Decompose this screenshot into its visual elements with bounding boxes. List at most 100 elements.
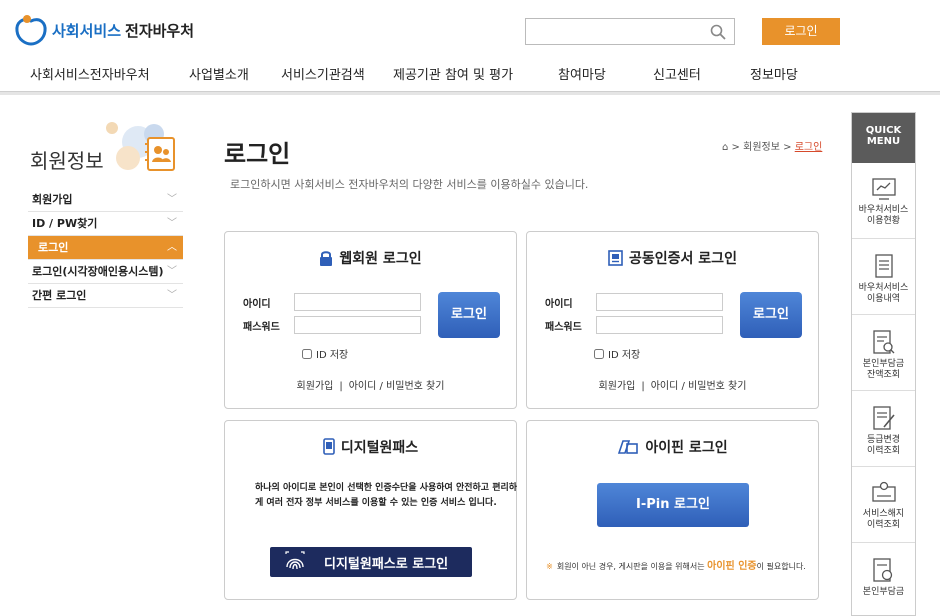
quick-item-cancel-history[interactable]: 서비스해지 이력조회 (852, 467, 915, 543)
quick-item-copay[interactable]: 본인부담금 (852, 543, 915, 616)
gnb-item-report-center[interactable]: 신고센터 (653, 64, 701, 83)
cert-login-title: 공동인증서 로그인 (527, 248, 818, 268)
web-login-title: 웹회원 로그인 (225, 248, 516, 268)
web-login-title-text: 웹회원 로그인 (339, 251, 422, 267)
sidebar-item-label: 로그인(시각장애인용시스템) (32, 265, 164, 278)
gnb-item-info[interactable]: 정보마당 (750, 64, 798, 83)
web-find-id-pw-link[interactable]: 아이디 / 비밀번호 찾기 (349, 381, 445, 392)
ipin-login-button[interactable]: I-Pin 로그인 (597, 483, 749, 527)
cert-id-input[interactable] (596, 293, 723, 311)
quick-item-grade-change[interactable]: 등급변경 이력조회 (852, 391, 915, 467)
web-login-button[interactable]: 로그인 (438, 292, 500, 338)
home-icon[interactable]: ⌂ (722, 142, 728, 153)
ipin-icon (618, 440, 639, 454)
sidebar-menu: 회원가입 ﹀ ID / PW찾기 ﹀ 로그인 ︿ 로그인(시각장애인용시스템) ﹀ 간편… (28, 188, 183, 308)
gnb-item-voucher[interactable]: 사회서비스전자바우처 (30, 64, 150, 83)
sidebar-item-login-accessible[interactable]: 로그인(시각장애인용시스템) ﹀ (28, 260, 183, 284)
web-save-id-check[interactable] (302, 348, 312, 359)
notice-mark: ※ (546, 562, 553, 571)
quick-item-label: 바우처서비스 (858, 283, 909, 293)
quick-item-label: 이용현황 (866, 216, 901, 226)
search-icon[interactable] (710, 24, 726, 40)
breadcrumb-current[interactable]: 로그인 (795, 142, 823, 153)
gnb-item-business[interactable]: 사업별소개 (189, 64, 249, 83)
chevron-down-icon: ﹀ (167, 194, 177, 205)
page-title: 로그인 (224, 140, 291, 168)
sidebar-item-find-id-pw[interactable]: ID / PW찾기 ﹀ (28, 212, 183, 236)
chevron-down-icon: ﹀ (167, 218, 177, 229)
cert-join-link[interactable]: 회원가입 (599, 381, 636, 392)
sidebar-item-signup[interactable]: 회원가입 ﹀ (28, 188, 183, 212)
notice-highlight: 아이핀 인증 (707, 561, 757, 572)
quick-item-label: 바우처서비스 (858, 205, 909, 215)
web-pw-input[interactable] (294, 316, 421, 334)
document-search-icon (872, 330, 894, 354)
search-input[interactable] (526, 19, 701, 44)
breadcrumb-member-info[interactable]: 회원정보 (743, 142, 780, 153)
cert-id-label: 아이디 (545, 299, 573, 310)
chevron-down-icon: ﹀ (167, 290, 177, 301)
header-login-button[interactable]: 로그인 (762, 18, 840, 45)
cert-pw-input[interactable] (596, 316, 723, 334)
quick-item-usage-status[interactable]: 바우처서비스 이용현황 (852, 163, 915, 239)
web-id-input[interactable] (294, 293, 421, 311)
site-logo[interactable]: 사회서비스 전자바우처 (14, 10, 194, 50)
chevron-up-icon: ︿ (167, 242, 177, 253)
digital-onepass-login-button[interactable]: 디지털원패스로 로그인 (270, 547, 472, 577)
gnb-item-participation[interactable]: 참여마당 (558, 64, 606, 83)
breadcrumb-separator: > (731, 142, 740, 153)
gnb-divider (0, 92, 940, 95)
ipin-notice: ※ 회원이 아닌 경우, 게시판을 이용을 위해서는 아이핀 인증이 필요합니다. (537, 557, 815, 572)
lock-icon (320, 251, 333, 266)
digital-onepass-button-label: 디지털원패스로 로그인 (324, 556, 449, 572)
cert-pw-label: 패스워드 (545, 322, 582, 333)
quick-item-usage-history[interactable]: 바우처서비스 이용내역 (852, 239, 915, 315)
cert-save-id-label: ID 저장 (608, 350, 641, 361)
sidebar-item-login[interactable]: 로그인 ︿ (28, 236, 183, 260)
digital-onepass-card: 디지털원패스 하나의 아이디로 본인이 선택한 인증수단을 사용하여 안전하고 … (224, 420, 517, 600)
digital-onepass-title-text: 디지털원패스 (340, 440, 419, 456)
cert-login-button[interactable]: 로그인 (740, 292, 802, 338)
quick-item-label: 서비스해지 (862, 509, 905, 519)
main-navigation: 사회서비스전자바우처 사업별소개 서비스기관검색 제공기관 참여 및 평가 참여… (0, 58, 940, 92)
notice-text: 회원이 아닌 경우, 게시판을 이용을 위해서는 (556, 562, 705, 571)
web-pw-label: 패스워드 (243, 322, 280, 333)
sidebar-item-label: 로그인 (38, 241, 69, 254)
quick-item-label: 이력조회 (866, 446, 901, 456)
logo-text-sub: 전자바우처 (125, 21, 195, 40)
ipin-login-title-text: 아이핀 로그인 (645, 440, 728, 456)
web-save-id-checkbox[interactable]: ID 저장 (302, 346, 348, 361)
phone-icon (323, 438, 335, 455)
web-join-link[interactable]: 회원가입 (297, 381, 334, 392)
link-separator: | (641, 381, 645, 392)
sidebar-item-simple-login[interactable]: 간편 로그인 ﹀ (28, 284, 183, 308)
chart-icon (871, 178, 896, 200)
quick-menu: QUICK MENU 바우처서비스 이용현황 바우처서비스 이용내역 본인부담금 (851, 112, 916, 616)
gnb-item-agency-search[interactable]: 서비스기관검색 (281, 64, 365, 83)
gnb-item-provider-eval[interactable]: 제공기관 참여 및 평가 (393, 64, 513, 83)
quick-item-label: 이용내역 (866, 294, 901, 304)
search-box (525, 18, 735, 45)
ipin-login-card: 아이핀 로그인 I-Pin 로그인 ※ 회원이 아닌 경우, 게시판을 이용을 위… (526, 420, 819, 600)
cert-find-id-pw-link[interactable]: 아이디 / 비밀번호 찾기 (651, 381, 747, 392)
certificate-icon (608, 250, 623, 266)
chevron-down-icon: ﹀ (167, 266, 177, 277)
web-login-links: 회원가입 | 아이디 / 비밀번호 찾기 (225, 377, 516, 392)
document-list-icon (874, 254, 893, 278)
cert-login-card: 공동인증서 로그인 아이디 패스워드 로그인 ID 저장 회원가입 | 아이디 / … (526, 231, 819, 409)
web-login-card: 웹회원 로그인 아이디 패스워드 로그인 ID 저장 회원가입 | 아이디 / 비밀… (224, 231, 517, 409)
quick-item-balance-inquiry[interactable]: 본인부담금 잔액조회 (852, 315, 915, 391)
document-won-icon (872, 558, 892, 582)
quick-menu-title-line: MENU (866, 136, 901, 147)
page-description: 로그인하시면 사회서비스 전자바우처의 다양한 서비스를 이용하실수 있습니다. (230, 178, 589, 191)
sidebar-item-label: ID / PW찾기 (32, 217, 98, 230)
digital-onepass-description: 하나의 아이디로 본인이 선택한 인증수단을 사용하여 안전하고 편리하게 여러… (255, 483, 518, 508)
quick-item-label: 등급변경 (866, 435, 901, 445)
link-separator: | (339, 381, 343, 392)
breadcrumb: ⌂ > 회원정보 > 로그인 (722, 138, 822, 153)
cert-save-id-check[interactable] (594, 348, 604, 359)
logo-text-main: 사회서비스 (52, 21, 122, 40)
member-info-illustration (106, 122, 175, 171)
cert-save-id-checkbox[interactable]: ID 저장 (594, 346, 640, 361)
sidebar-item-label: 간편 로그인 (32, 289, 87, 302)
